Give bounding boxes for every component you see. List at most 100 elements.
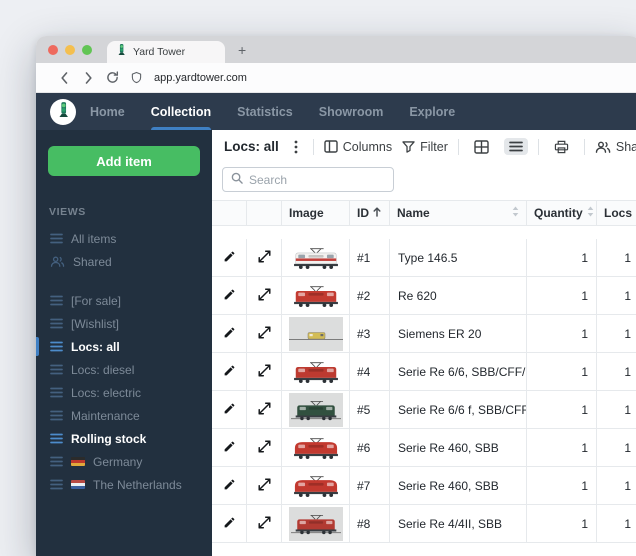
edit-button[interactable]	[212, 353, 247, 391]
maximize-window-button[interactable]	[82, 44, 92, 55]
item-quantity: 1	[527, 467, 597, 505]
list-icon	[50, 318, 63, 329]
columns-button[interactable]: Columns	[324, 140, 392, 154]
item-name: Serie Re 460, SBB	[390, 467, 527, 505]
grid-view-button[interactable]	[469, 137, 494, 157]
column-header-name[interactable]: Name	[390, 201, 527, 226]
column-header-locs[interactable]: Locs	[597, 201, 636, 226]
sidebar-item-germany[interactable]: Germany	[36, 450, 212, 473]
pencil-icon	[223, 478, 236, 494]
edit-button[interactable]	[212, 429, 247, 467]
edit-button[interactable]	[212, 391, 247, 429]
view-options-menu-button[interactable]	[289, 137, 303, 157]
item-quantity: 1	[527, 277, 597, 315]
url-text[interactable]: app.yardtower.com	[154, 72, 247, 84]
sidebar-item-locs-electric[interactable]: Locs: electric	[36, 381, 212, 404]
item-name: Serie Re 460, SBB	[390, 429, 527, 467]
column-header-quantity[interactable]: Quantity	[527, 201, 597, 226]
pencil-icon	[223, 402, 236, 418]
add-item-button[interactable]: Add item	[48, 146, 200, 176]
minimize-window-button[interactable]	[65, 44, 75, 55]
search-input[interactable]	[249, 172, 385, 187]
list-icon	[50, 410, 63, 421]
expand-icon	[257, 401, 271, 418]
locomotive-thumbnail	[288, 278, 343, 313]
list-icon	[50, 387, 63, 398]
expand-icon	[257, 477, 271, 494]
favicon-signal-icon	[116, 43, 127, 61]
edit-button[interactable]	[212, 505, 247, 543]
column-header-edit	[212, 201, 247, 226]
list-icon	[50, 433, 63, 444]
sidebar-item-label: Locs: all	[71, 339, 120, 354]
sidebar-item-locs-all[interactable]: Locs: all	[36, 335, 212, 358]
sidebar-item-the-netherlands[interactable]: The Netherlands	[36, 473, 212, 496]
sidebar-item-locs-diesel[interactable]: Locs: diesel	[36, 358, 212, 381]
list-icon	[50, 295, 63, 306]
pencil-icon	[223, 288, 236, 304]
locomotive-thumbnail	[288, 430, 343, 465]
sidebar-item-label: Germany	[93, 454, 143, 469]
nav-item-collection[interactable]: Collection	[150, 93, 212, 130]
main-content: Locs: all Columns Filter Sha Search Imag…	[212, 130, 636, 556]
browser-tab[interactable]: Yard Tower	[107, 41, 225, 63]
item-locs: 1	[597, 315, 636, 353]
edit-button[interactable]	[212, 277, 247, 315]
header-label: Locs	[604, 206, 633, 220]
back-button[interactable]	[52, 71, 76, 84]
expand-button[interactable]	[247, 353, 282, 391]
toolbar-divider	[583, 138, 585, 155]
forward-button[interactable]	[76, 71, 100, 84]
item-name: Re 620	[390, 277, 527, 315]
nav-item-statistics[interactable]: Statistics	[237, 93, 293, 130]
grid-view-icon	[474, 139, 489, 154]
sidebar-item-shared[interactable]: Shared	[36, 250, 212, 273]
expand-button[interactable]	[247, 277, 282, 315]
close-window-button[interactable]	[48, 44, 58, 55]
item-id: #3	[350, 315, 390, 353]
search-box[interactable]	[222, 167, 394, 192]
expand-icon	[257, 363, 271, 380]
expand-button[interactable]	[247, 467, 282, 505]
column-header-image[interactable]: Image	[282, 201, 350, 226]
new-tab-button[interactable]: +	[238, 43, 246, 57]
expand-button[interactable]	[247, 239, 282, 277]
item-locs: 1	[597, 391, 636, 429]
sidebar-item-for-sale[interactable]: [For sale]	[36, 289, 212, 312]
expand-icon	[257, 515, 271, 532]
print-button[interactable]	[549, 137, 574, 157]
pencil-icon	[223, 326, 236, 342]
nav-item-explore[interactable]: Explore	[409, 93, 455, 130]
shield-icon[interactable]	[124, 71, 148, 84]
edit-button[interactable]	[212, 239, 247, 277]
expand-button[interactable]	[247, 315, 282, 353]
search-row	[212, 163, 636, 200]
locomotive-thumbnail	[288, 468, 343, 503]
edit-button[interactable]	[212, 315, 247, 353]
filter-button[interactable]: Filter	[402, 140, 448, 154]
share-button[interactable]: Share	[595, 140, 636, 154]
edit-button[interactable]	[212, 467, 247, 505]
share-people-icon	[595, 141, 611, 153]
item-locs: 1	[597, 505, 636, 543]
nav-item-home[interactable]: Home	[90, 93, 125, 130]
app-logo[interactable]	[50, 98, 76, 125]
column-header-id[interactable]: ID	[350, 201, 390, 226]
list-view-button[interactable]	[503, 138, 528, 155]
item-id: #6	[350, 429, 390, 467]
expand-button[interactable]	[247, 391, 282, 429]
sidebar-item-wishlist[interactable]: [Wishlist]	[36, 312, 212, 335]
reload-button[interactable]	[100, 71, 124, 84]
sidebar-item-maintenance[interactable]: Maintenance	[36, 404, 212, 427]
locomotive-thumbnail	[288, 506, 343, 541]
sortable-icon	[587, 206, 594, 220]
current-view-title: Locs: all	[224, 139, 279, 154]
header-label: ID	[357, 206, 369, 220]
expand-button[interactable]	[247, 505, 282, 543]
sidebar-item-all-items[interactable]: All items	[36, 227, 212, 250]
sidebar-item-label: [Wishlist]	[71, 316, 119, 331]
pencil-icon	[223, 250, 236, 266]
nav-item-showroom[interactable]: Showroom	[319, 93, 384, 130]
sidebar-item-rolling-stock[interactable]: Rolling stock	[36, 427, 212, 450]
expand-button[interactable]	[247, 429, 282, 467]
